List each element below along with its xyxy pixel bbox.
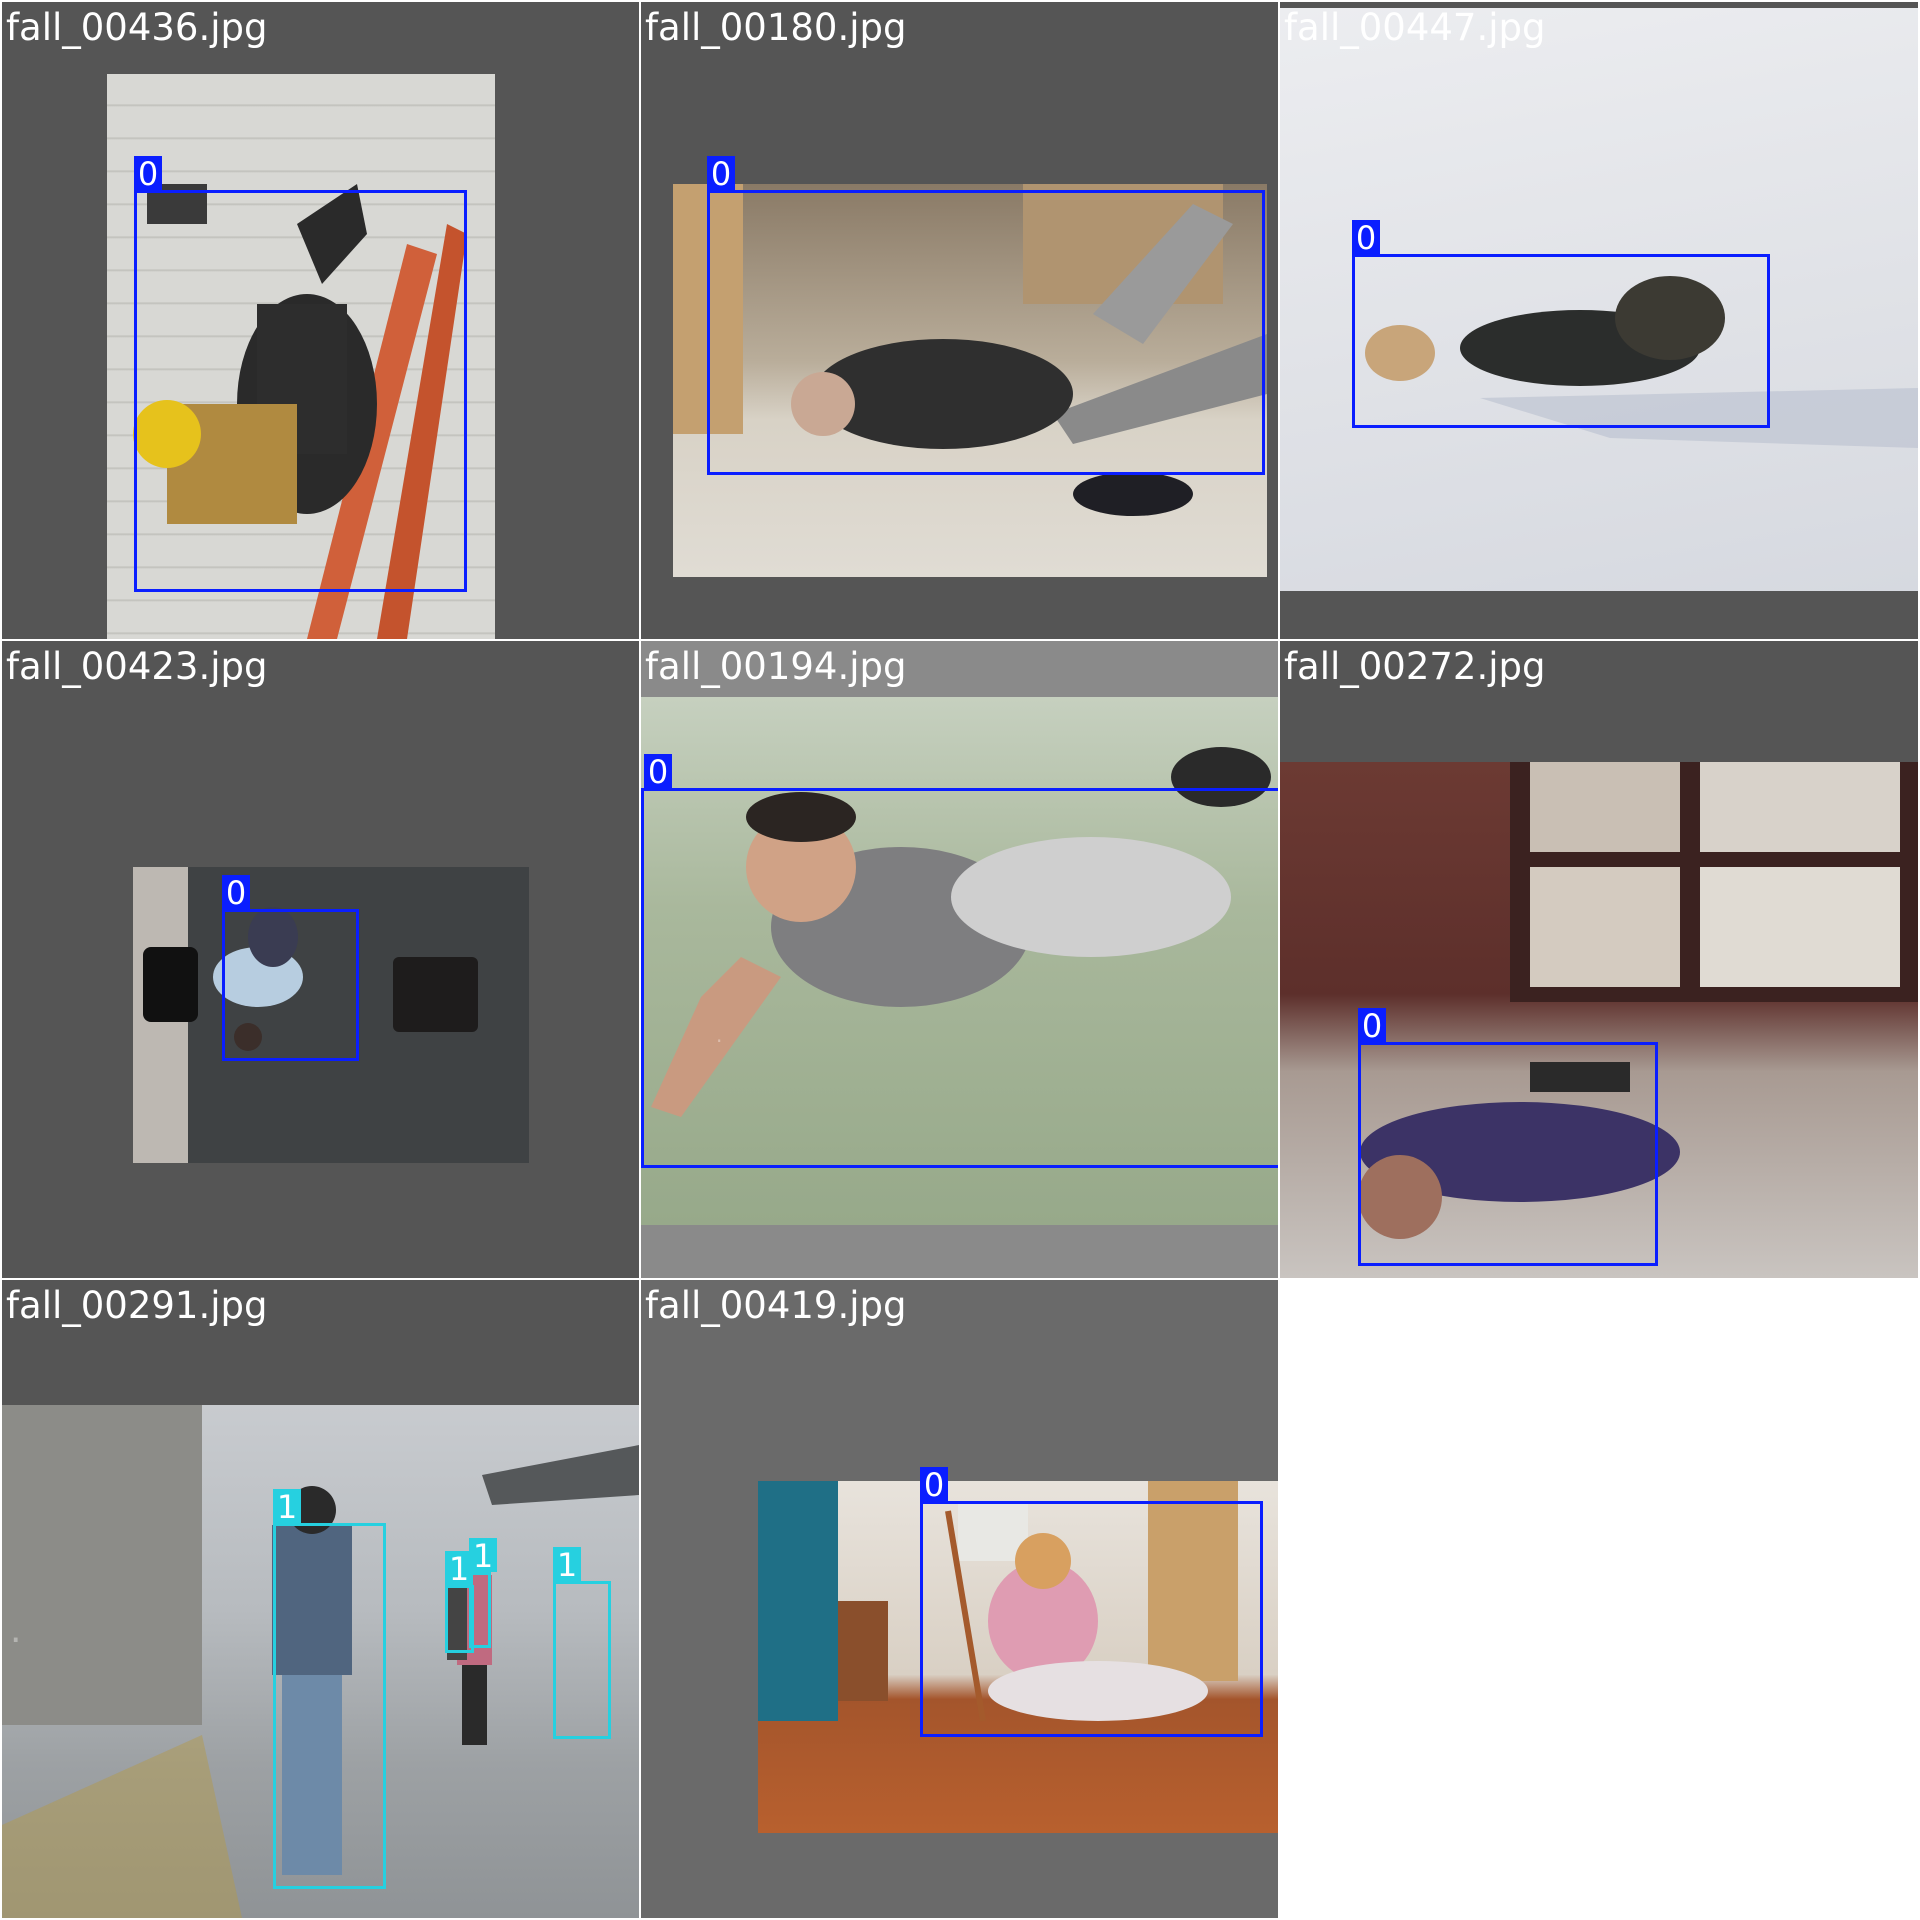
- class-label: 0: [134, 156, 162, 192]
- detection-grid: 0 fall_00436.jpg 0 fall_00180.jpg 0 fall…: [0, 0, 1920, 1920]
- tile-fall-00436: 0 fall_00436.jpg: [2, 2, 639, 639]
- filename-label: fall_00436.jpg: [6, 6, 268, 49]
- class-label: 0: [644, 754, 672, 790]
- class-label: 0: [707, 156, 735, 192]
- class-label: 0: [222, 875, 250, 911]
- watermark: ·: [10, 1620, 22, 1661]
- bbox-class-0: 0: [1352, 220, 1770, 428]
- class-label: 0: [1358, 1008, 1386, 1044]
- filename-label: fall_00423.jpg: [6, 645, 268, 688]
- tile-fall-00419: 0 fall_00419.jpg: [641, 1280, 1278, 1918]
- tile-fall-00291: · 1 1 1 1 fall_00291.jpg: [2, 1280, 639, 1918]
- class-label: 0: [1352, 220, 1380, 256]
- filename-label: fall_00272.jpg: [1284, 645, 1546, 688]
- tile-fall-00194: · 0 fall_00194.jpg: [641, 641, 1278, 1278]
- filename-label: fall_00194.jpg: [645, 645, 907, 688]
- bbox-class-1: 1: [553, 1547, 611, 1739]
- empty-cell: [1280, 1280, 1918, 1918]
- class-label: 1: [273, 1489, 301, 1525]
- bbox-class-0: 0: [920, 1467, 1263, 1737]
- tile-fall-00272: 0 fall_00272.jpg: [1280, 641, 1918, 1278]
- tile-fall-00447: 0 fall_00447.jpg: [1280, 2, 1918, 639]
- filename-label: fall_00291.jpg: [6, 1284, 268, 1327]
- filename-label: fall_00447.jpg: [1284, 6, 1546, 49]
- class-label: 1: [469, 1538, 497, 1574]
- tile-fall-00423: 0 fall_00423.jpg: [2, 641, 639, 1278]
- bbox-class-1: 1: [469, 1538, 497, 1648]
- bbox-class-0: 0: [641, 754, 1278, 1168]
- bbox-class-0: 0: [134, 156, 467, 592]
- bbox-class-0: 0: [222, 875, 359, 1061]
- bbox-class-0: 0: [1358, 1008, 1658, 1266]
- class-label: 1: [553, 1547, 581, 1583]
- filename-label: fall_00180.jpg: [645, 6, 907, 49]
- filename-label: fall_00419.jpg: [645, 1284, 907, 1327]
- class-label: 0: [920, 1467, 948, 1503]
- bbox-class-1: 1: [273, 1489, 386, 1889]
- tile-fall-00180: 0 fall_00180.jpg: [641, 2, 1278, 639]
- bbox-class-0: 0: [707, 156, 1265, 475]
